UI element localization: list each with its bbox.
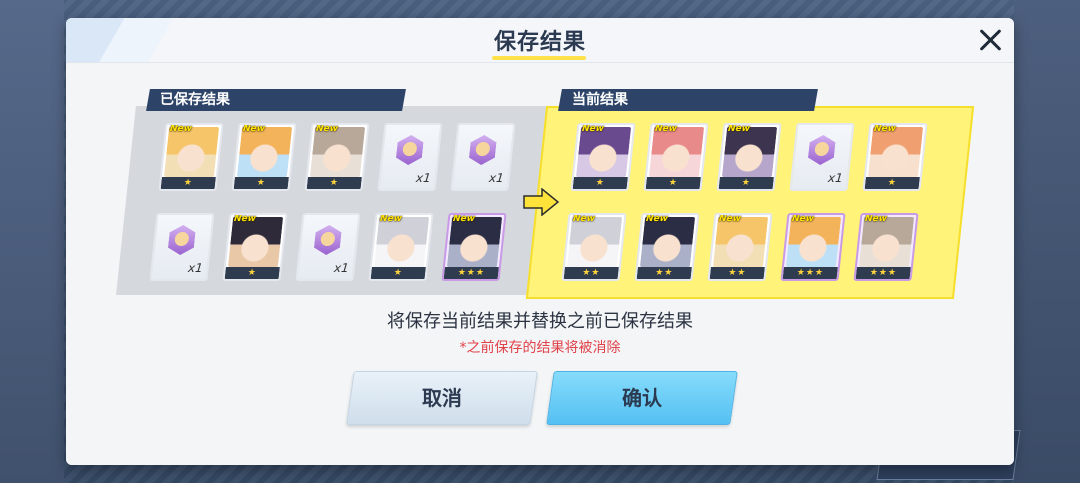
background-left-panel: [0, 0, 64, 483]
student-portrait: [566, 217, 623, 267]
dialog-title: 保存结果: [493, 30, 586, 55]
current-card: New ★★: [561, 213, 627, 281]
star-icon: ★★: [563, 267, 619, 279]
star-icon: ★: [160, 177, 216, 189]
arrow-right-icon: [523, 188, 560, 216]
current-card: New ★: [643, 123, 709, 191]
student-portrait: [309, 127, 366, 177]
item-count: x1: [333, 261, 350, 275]
star-icon: ★: [224, 267, 280, 279]
student-portrait: [721, 127, 778, 177]
new-badge: New: [873, 124, 897, 134]
current-card: New ★: [570, 123, 636, 191]
saved-card: New ★: [222, 213, 288, 281]
new-badge: New: [572, 214, 596, 224]
saved-card: New ★: [304, 123, 370, 191]
new-badge: New: [645, 214, 669, 224]
star-icon: ★: [233, 177, 289, 189]
new-badge: New: [654, 124, 678, 134]
star-icon: ★★: [709, 267, 765, 279]
star-icon: ★: [306, 177, 362, 189]
new-badge: New: [791, 214, 815, 224]
student-portrait: [163, 127, 220, 177]
student-portrait: [867, 127, 924, 177]
background-right-panel: [1014, 0, 1080, 483]
star-icon: ★★★: [782, 267, 838, 279]
saved-card: x1: [377, 123, 443, 191]
current-card: New ★: [716, 123, 782, 191]
saved-card: New ★★★: [441, 213, 507, 281]
dialog-header: 保存结果: [66, 18, 1014, 63]
student-portrait: [373, 217, 430, 267]
student-portrait: [575, 127, 632, 177]
student-portrait: [785, 217, 842, 267]
cancel-button-label: 取消: [422, 386, 462, 410]
item-count: x1: [187, 261, 204, 275]
star-icon: ★: [864, 177, 920, 189]
new-badge: New: [864, 214, 888, 224]
new-badge: New: [718, 214, 742, 224]
student-portrait: [858, 217, 915, 267]
new-badge: New: [315, 124, 339, 134]
current-card: New ★★: [634, 213, 700, 281]
star-icon: ★: [370, 267, 426, 279]
confirm-button-label: 确认: [622, 386, 662, 410]
item-count: x1: [488, 171, 505, 185]
current-card: New ★★: [707, 213, 773, 281]
star-icon: ★★★: [443, 267, 499, 279]
new-badge: New: [379, 214, 403, 224]
student-portrait: [639, 217, 696, 267]
confirm-button[interactable]: 确认: [546, 371, 738, 425]
star-icon: ★: [645, 177, 701, 189]
dialog-content: 已保存结果 当前结果 New ★ New ★ New ★ x1 x1 x1 New ★ x1 New ★ N…: [66, 63, 1014, 465]
close-icon[interactable]: [976, 26, 1004, 54]
star-icon: ★: [572, 177, 628, 189]
student-portrait: [648, 127, 705, 177]
star-icon: ★: [718, 177, 774, 189]
student-portrait: [712, 217, 769, 267]
cancel-button[interactable]: 取消: [346, 371, 538, 425]
current-card: New ★★★: [853, 213, 919, 281]
saved-card: New ★: [368, 213, 434, 281]
new-badge: New: [452, 214, 476, 224]
replace-message: 将保存当前结果并替换之前已保存结果: [387, 311, 693, 332]
star-icon: ★★★: [855, 267, 911, 279]
current-card: New ★★★: [780, 213, 846, 281]
current-card: x1: [789, 123, 855, 191]
saved-card: New ★: [158, 123, 224, 191]
new-badge: New: [233, 214, 257, 224]
saved-card: x1: [295, 213, 361, 281]
student-portrait: [446, 217, 503, 267]
item-count: x1: [415, 171, 432, 185]
saved-card: New ★: [231, 123, 297, 191]
item-count: x1: [827, 171, 844, 185]
new-badge: New: [242, 124, 266, 134]
current-card: New ★: [862, 123, 928, 191]
saved-card: x1: [450, 123, 516, 191]
student-portrait: [236, 127, 293, 177]
save-result-dialog: 保存结果 已保存结果 当前结果 New ★ New ★ New ★ x1 x1 x1 New ★ x1…: [66, 18, 1014, 465]
student-portrait: [227, 217, 284, 267]
current-results-label: 当前结果: [558, 89, 818, 111]
star-icon: ★★: [636, 267, 692, 279]
warning-message: *之前保存的结果将被消除: [459, 340, 621, 356]
new-badge: New: [727, 124, 751, 134]
saved-card: x1: [149, 213, 215, 281]
saved-results-label: 已保存结果: [146, 89, 406, 111]
new-badge: New: [581, 124, 605, 134]
title-underline: [492, 56, 586, 60]
new-badge: New: [169, 124, 193, 134]
